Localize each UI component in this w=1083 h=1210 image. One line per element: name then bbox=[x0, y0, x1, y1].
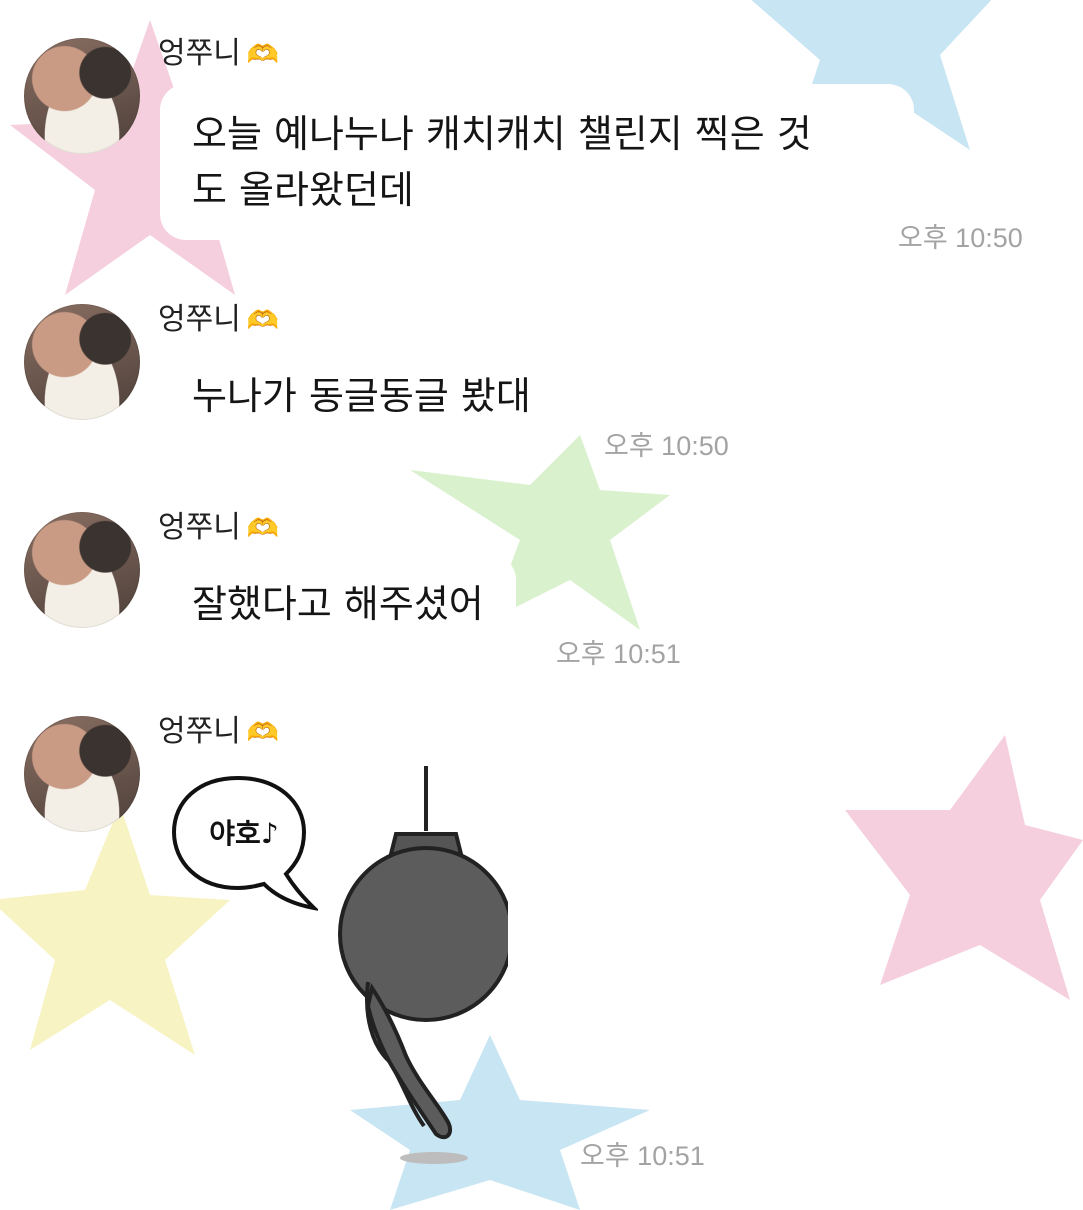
message-text-line: 도 올라왔던데 bbox=[192, 168, 414, 212]
sender-name: 엉쭈니 🫶 bbox=[158, 714, 280, 749]
message-time: 오후 10:50 bbox=[604, 431, 729, 461]
hanging-bomb-sticker[interactable]: 야호♪ bbox=[168, 766, 508, 1166]
message-row: 엉쭈니 🫶 오늘 예나누나 캐치캐치 챌린지 찍은 것 도 올라왔던데 오후 10… bbox=[0, 0, 1083, 280]
message-row: 엉쭈니 🫶 잘했다고 해주셨어 오후 10:51 bbox=[0, 500, 1083, 680]
sender-avatar[interactable] bbox=[24, 304, 140, 420]
message-time: 오후 10:50 bbox=[898, 223, 1023, 253]
sender-avatar[interactable] bbox=[24, 716, 140, 832]
message-bubble[interactable]: 잘했다고 해주셨어 bbox=[160, 554, 516, 654]
heart-hands-emoji-icon: 🫶 bbox=[246, 40, 280, 70]
message-row: 엉쭈니 🫶 누나가 동글동글 봤대 오후 10:50 bbox=[0, 290, 1083, 470]
sender-name: 엉쭈니 🫶 bbox=[158, 36, 280, 71]
heart-hands-emoji-icon: 🫶 bbox=[246, 718, 280, 748]
sender-avatar[interactable] bbox=[24, 38, 140, 154]
sender-name: 엉쭈니 🫶 bbox=[158, 302, 280, 337]
heart-hands-emoji-icon: 🫶 bbox=[246, 306, 280, 336]
message-time: 오후 10:51 bbox=[580, 1141, 705, 1171]
sender-name: 엉쭈니 🫶 bbox=[158, 510, 280, 545]
message-row: 엉쭈니 🫶 야호♪ 오후 10:51 bbox=[0, 700, 1083, 1200]
message-text-line: 오늘 예나누나 캐치캐치 챌린지 찍은 것 bbox=[192, 112, 812, 156]
heart-hands-emoji-icon: 🫶 bbox=[246, 514, 280, 544]
message-bubble[interactable]: 누나가 동글동글 봤대 bbox=[160, 346, 563, 446]
sender-avatar[interactable] bbox=[24, 512, 140, 628]
bomb-character-icon bbox=[338, 766, 508, 1164]
message-time: 오후 10:51 bbox=[556, 639, 681, 669]
sticker-speech-text: 야호♪ bbox=[209, 817, 279, 850]
message-bubble[interactable]: 오늘 예나누나 캐치캐치 챌린지 찍은 것 도 올라왔던데 bbox=[160, 84, 914, 240]
